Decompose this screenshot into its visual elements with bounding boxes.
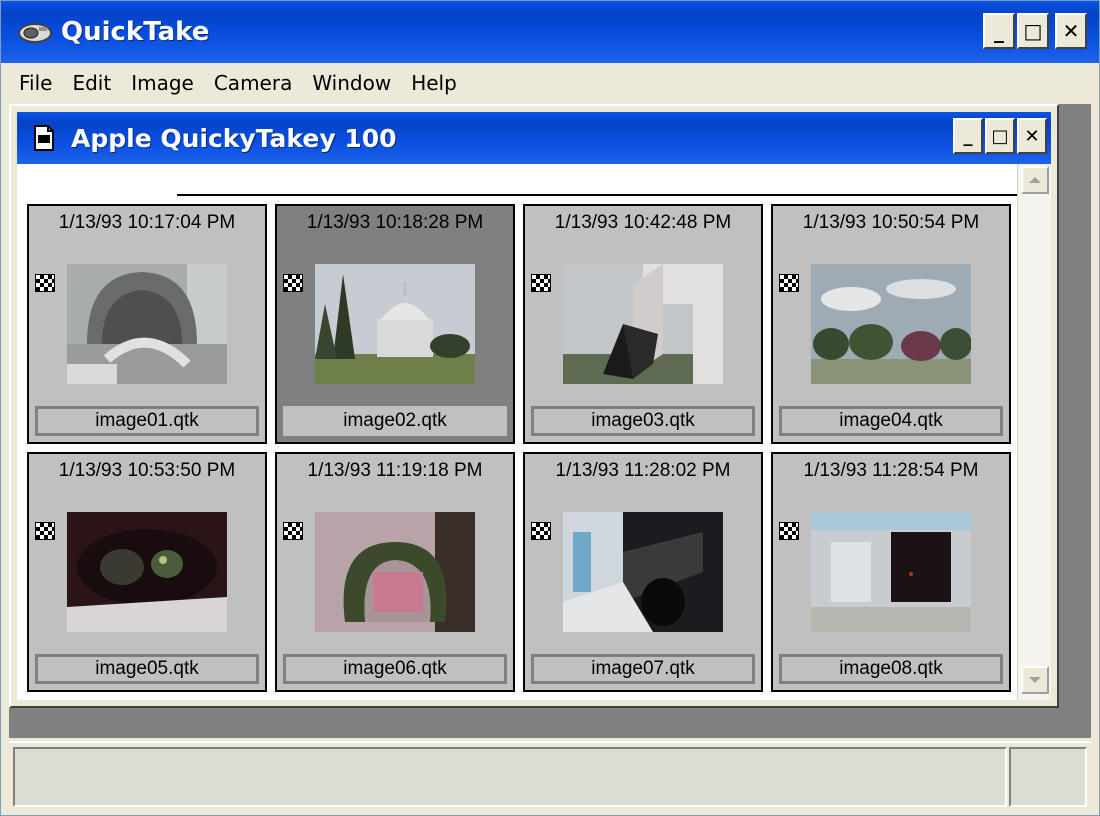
filename-label: image05.qtk: [35, 654, 259, 684]
menu-image[interactable]: Image: [123, 71, 206, 95]
thumbnail-pane: 1/13/93 10:17:04 PM image01.qtk 1/13/93 …: [17, 164, 1051, 700]
thumbnail-card[interactable]: 1/13/93 11:19:18 PM image06.qtk: [275, 452, 515, 692]
checkered-flag-icon: [35, 522, 55, 540]
capture-date: 1/13/93 11:28:02 PM: [555, 460, 731, 481]
child-title: Apple QuickyTakey 100: [71, 123, 397, 153]
capture-date: 1/13/93 10:53:50 PM: [58, 460, 236, 481]
filename-label: image04.qtk: [779, 406, 1003, 436]
capture-date: 1/13/93 10:17:04 PM: [58, 212, 236, 233]
vertical-scrollbar[interactable]: [1017, 164, 1051, 700]
mdi-workspace: Apple QuickyTakey 100 _ □ ✕ 1/13/93 10:1…: [9, 104, 1091, 738]
filename-label: image01.qtk: [35, 406, 259, 436]
filename-label: image06.qtk: [283, 654, 507, 684]
filename-label: image07.qtk: [531, 654, 755, 684]
capture-date: 1/13/93 10:50:54 PM: [802, 212, 980, 233]
menu-file[interactable]: File: [11, 71, 64, 95]
app-title: QuickTake: [61, 17, 210, 47]
thumbnail-grid: 1/13/93 10:17:04 PM image01.qtk 1/13/93 …: [27, 204, 1011, 692]
child-titlebar[interactable]: Apple QuickyTakey 100 _ □ ✕: [17, 112, 1051, 164]
document-icon: [34, 125, 54, 151]
checkered-flag-icon: [283, 522, 303, 540]
child-close-button[interactable]: ✕: [1017, 118, 1047, 154]
menu-help[interactable]: Help: [403, 71, 469, 95]
menubar: File Edit Image Camera Window Help: [1, 63, 1099, 103]
scroll-down-button[interactable]: [1021, 666, 1049, 694]
divider: [177, 194, 1019, 196]
filename-label: image03.qtk: [531, 406, 755, 436]
thumbnail-card[interactable]: 1/13/93 11:28:02 PM image07.qtk: [523, 452, 763, 692]
photo-thumbnail[interactable]: [811, 264, 971, 384]
camera-icon: [18, 23, 52, 43]
minimize-button[interactable]: _: [983, 13, 1015, 49]
photo-thumbnail[interactable]: [563, 264, 723, 384]
capture-date: 1/13/93 11:28:54 PM: [803, 460, 979, 481]
filename-label: image02.qtk: [283, 406, 507, 436]
thumbnail-card[interactable]: 1/13/93 10:53:50 PM image05.qtk: [27, 452, 267, 692]
status-pane-main: [13, 747, 1007, 807]
thumbnail-card[interactable]: 1/13/93 10:18:28 PM image02.qtk: [275, 204, 515, 444]
filename-label: image08.qtk: [779, 654, 1003, 684]
quicktake-app-window: QuickTake _ □ ✕ File Edit Image Camera W…: [0, 0, 1100, 816]
maximize-button[interactable]: □: [1017, 13, 1049, 49]
capture-date: 1/13/93 10:42:48 PM: [554, 212, 732, 233]
app-titlebar[interactable]: QuickTake _ □ ✕: [1, 1, 1099, 63]
close-button[interactable]: ✕: [1055, 13, 1087, 49]
arrow-up-icon: [1029, 177, 1041, 183]
checkered-flag-icon: [531, 274, 551, 292]
photo-thumbnail[interactable]: [563, 512, 723, 632]
checkered-flag-icon: [283, 274, 303, 292]
capture-date: 1/13/93 10:18:28 PM: [306, 212, 484, 233]
photo-thumbnail[interactable]: [67, 512, 227, 632]
photo-thumbnail[interactable]: [67, 264, 227, 384]
menu-camera[interactable]: Camera: [206, 71, 305, 95]
photo-thumbnail[interactable]: [315, 512, 475, 632]
photo-thumbnail[interactable]: [811, 512, 971, 632]
thumbnail-card[interactable]: 1/13/93 10:42:48 PM image03.qtk: [523, 204, 763, 444]
checkered-flag-icon: [779, 274, 799, 292]
capture-date: 1/13/93 11:19:18 PM: [307, 460, 483, 481]
thumbnail-card[interactable]: 1/13/93 10:50:54 PM image04.qtk: [771, 204, 1011, 444]
photo-thumbnail[interactable]: [315, 264, 475, 384]
thumbnail-card[interactable]: 1/13/93 11:28:54 PM image08.qtk: [771, 452, 1011, 692]
checkered-flag-icon: [779, 522, 799, 540]
child-minimize-button[interactable]: _: [953, 118, 983, 154]
menu-window[interactable]: Window: [304, 71, 403, 95]
checkered-flag-icon: [35, 274, 55, 292]
status-pane-side: [1009, 747, 1087, 807]
arrow-down-icon: [1029, 677, 1041, 683]
status-bar: [9, 741, 1091, 811]
child-window: Apple QuickyTakey 100 _ □ ✕ 1/13/93 10:1…: [9, 104, 1059, 708]
child-maximize-button[interactable]: □: [985, 118, 1015, 154]
menu-edit[interactable]: Edit: [64, 71, 123, 95]
thumbnail-card[interactable]: 1/13/93 10:17:04 PM image01.qtk: [27, 204, 267, 444]
scroll-up-button[interactable]: [1021, 166, 1049, 194]
checkered-flag-icon: [531, 522, 551, 540]
